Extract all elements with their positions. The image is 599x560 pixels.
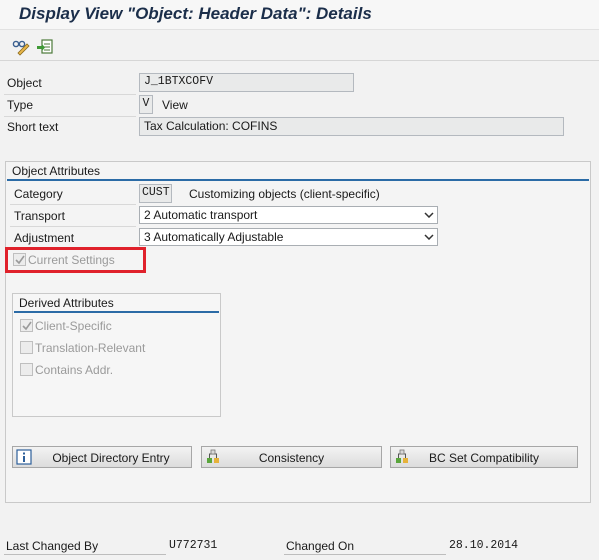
row-divider [4,116,136,117]
group-title-rule [7,179,589,181]
translation-relevant-checkbox[interactable] [20,341,33,354]
row-divider [284,554,446,555]
short-text-label: Short text [7,120,59,134]
group-title: Derived Attributes [19,296,114,310]
client-specific-checkbox[interactable] [20,319,33,332]
adjustment-dropdown[interactable]: 3 Automatically Adjustable [139,228,438,246]
category-label: Category [14,187,63,201]
window-title: Display View "Object: Header Data": Deta… [19,4,372,23]
row-divider [4,94,136,95]
adjustment-value: 3 Automatically Adjustable [144,230,284,244]
category-text: Customizing objects (client-specific) [189,187,380,201]
transport-label: Transport [14,209,65,223]
transport-dropdown[interactable]: 2 Automatic transport [139,206,438,224]
chevron-down-icon[interactable] [421,229,437,245]
type-field[interactable]: V [139,95,153,114]
highlight-box [5,247,146,273]
row-divider [10,204,136,205]
last-changed-by-value: U772731 [169,539,218,552]
changed-on-value: 28.10.2014 [449,539,519,552]
checkmark-icon [21,321,32,330]
object-label: Object [7,76,42,90]
object-directory-entry-label: Object Directory Entry [52,451,170,465]
bc-set-compatibility-label: BC Set Compatibility [428,451,540,465]
object-directory-entry-button[interactable]: Object Directory Entry [12,446,192,468]
transport-value: 2 Automatic transport [144,208,258,222]
row-divider [10,226,136,227]
category-field[interactable]: CUST [139,184,172,203]
contains-addr-label: Contains Addr. [35,363,114,377]
group-title-rule [14,311,219,313]
chevron-down-icon[interactable] [421,207,437,223]
row-divider [4,554,166,555]
short-text-field[interactable]: Tax Calculation: COFINS [139,117,564,136]
title-bar: Display View "Object: Header Data": Deta… [0,0,599,30]
changed-on-label: Changed On [286,539,355,553]
other-object-icon[interactable] [36,38,54,56]
group-title: Object Attributes [12,164,101,178]
consistency-button[interactable]: Consistency [201,446,382,468]
consistency-label: Consistency [258,451,325,465]
contains-addr-checkbox[interactable] [20,363,33,376]
object-field[interactable]: J_1BTXCOFV [139,73,354,92]
client-specific-label: Client-Specific [35,319,112,333]
application-toolbar [0,31,599,61]
last-changed-by-label: Last Changed By [6,539,99,553]
translation-relevant-label: Translation-Relevant [35,341,146,355]
bc-set-compatibility-button[interactable]: BC Set Compatibility [390,446,578,468]
glasses-pencil-icon[interactable] [12,38,30,56]
type-text: View [162,98,188,112]
type-label: Type [7,98,34,112]
derived-attributes-group: Derived Attributes [12,293,221,417]
adjustment-label: Adjustment [14,231,75,245]
